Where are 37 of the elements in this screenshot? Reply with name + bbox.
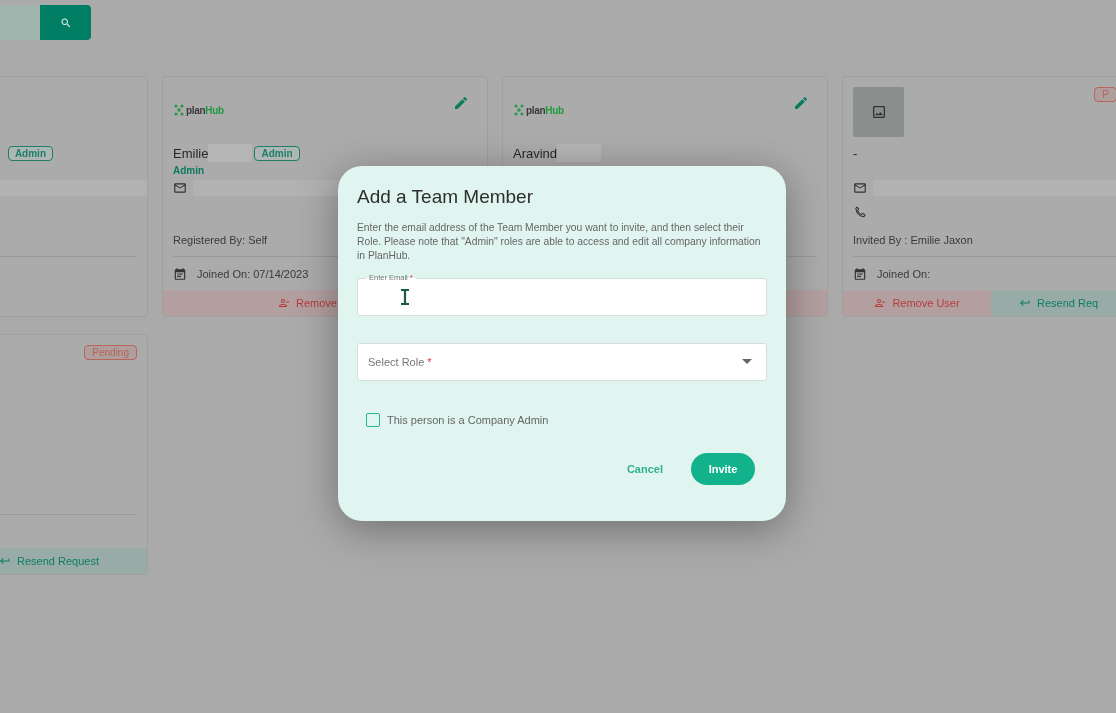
- company-logo: planHub: [513, 103, 564, 117]
- edit-icon[interactable]: [793, 95, 809, 111]
- member-name: -: [853, 145, 858, 161]
- mail-icon: [853, 181, 867, 195]
- member-role: Admin: [173, 164, 205, 176]
- role-badge: Admin: [254, 145, 300, 161]
- calendar-icon: [173, 266, 187, 281]
- joined-date: Joined On:: [877, 267, 931, 280]
- search-button[interactable]: [40, 5, 91, 40]
- edit-icon[interactable]: [453, 95, 469, 111]
- caret-icon: [742, 359, 752, 365]
- dialog-title: Add a Team Member: [357, 186, 534, 208]
- role-select[interactable]: Select Role *: [357, 343, 767, 381]
- remove-user-button[interactable]: Remove User: [843, 290, 991, 316]
- joined-date: Joined On: 07/14/2023: [197, 267, 309, 280]
- cancel-button[interactable]: Cancel: [620, 462, 669, 476]
- checkbox-label: This person is a Company Admin: [387, 414, 549, 426]
- mail-icon: [173, 181, 187, 195]
- registration-info: Invited By : Emilie Jaxon: [853, 234, 973, 246]
- remove-user-icon: [874, 297, 887, 309]
- status-badge: P: [1094, 87, 1116, 102]
- invite-button[interactable]: Invite: [691, 453, 755, 485]
- remove-user-icon: [278, 297, 290, 309]
- calendar-icon: [853, 266, 867, 281]
- registration-info: Registered By: Self: [173, 234, 268, 246]
- text-cursor-icon: [400, 289, 410, 305]
- company-logo: planHub: [173, 103, 224, 117]
- resend-request-button[interactable]: Resend Req: [991, 290, 1116, 316]
- image-icon: [870, 104, 887, 120]
- member-name: Emilie: [173, 145, 209, 161]
- dialog-description: Enter the email address of the Team Member you want to invite, and then select their Role. Please note that "Admin" roles are able to access and edit all company information in PlanHub.: [357, 221, 762, 263]
- search-icon: [59, 16, 72, 29]
- status-badge: Pending: [84, 345, 137, 360]
- role-badge: Admin: [7, 145, 53, 161]
- admin-checkbox[interactable]: [366, 413, 380, 427]
- member-name: Aravind: [513, 145, 558, 161]
- resend-request-button[interactable]: Resend Request: [0, 548, 147, 574]
